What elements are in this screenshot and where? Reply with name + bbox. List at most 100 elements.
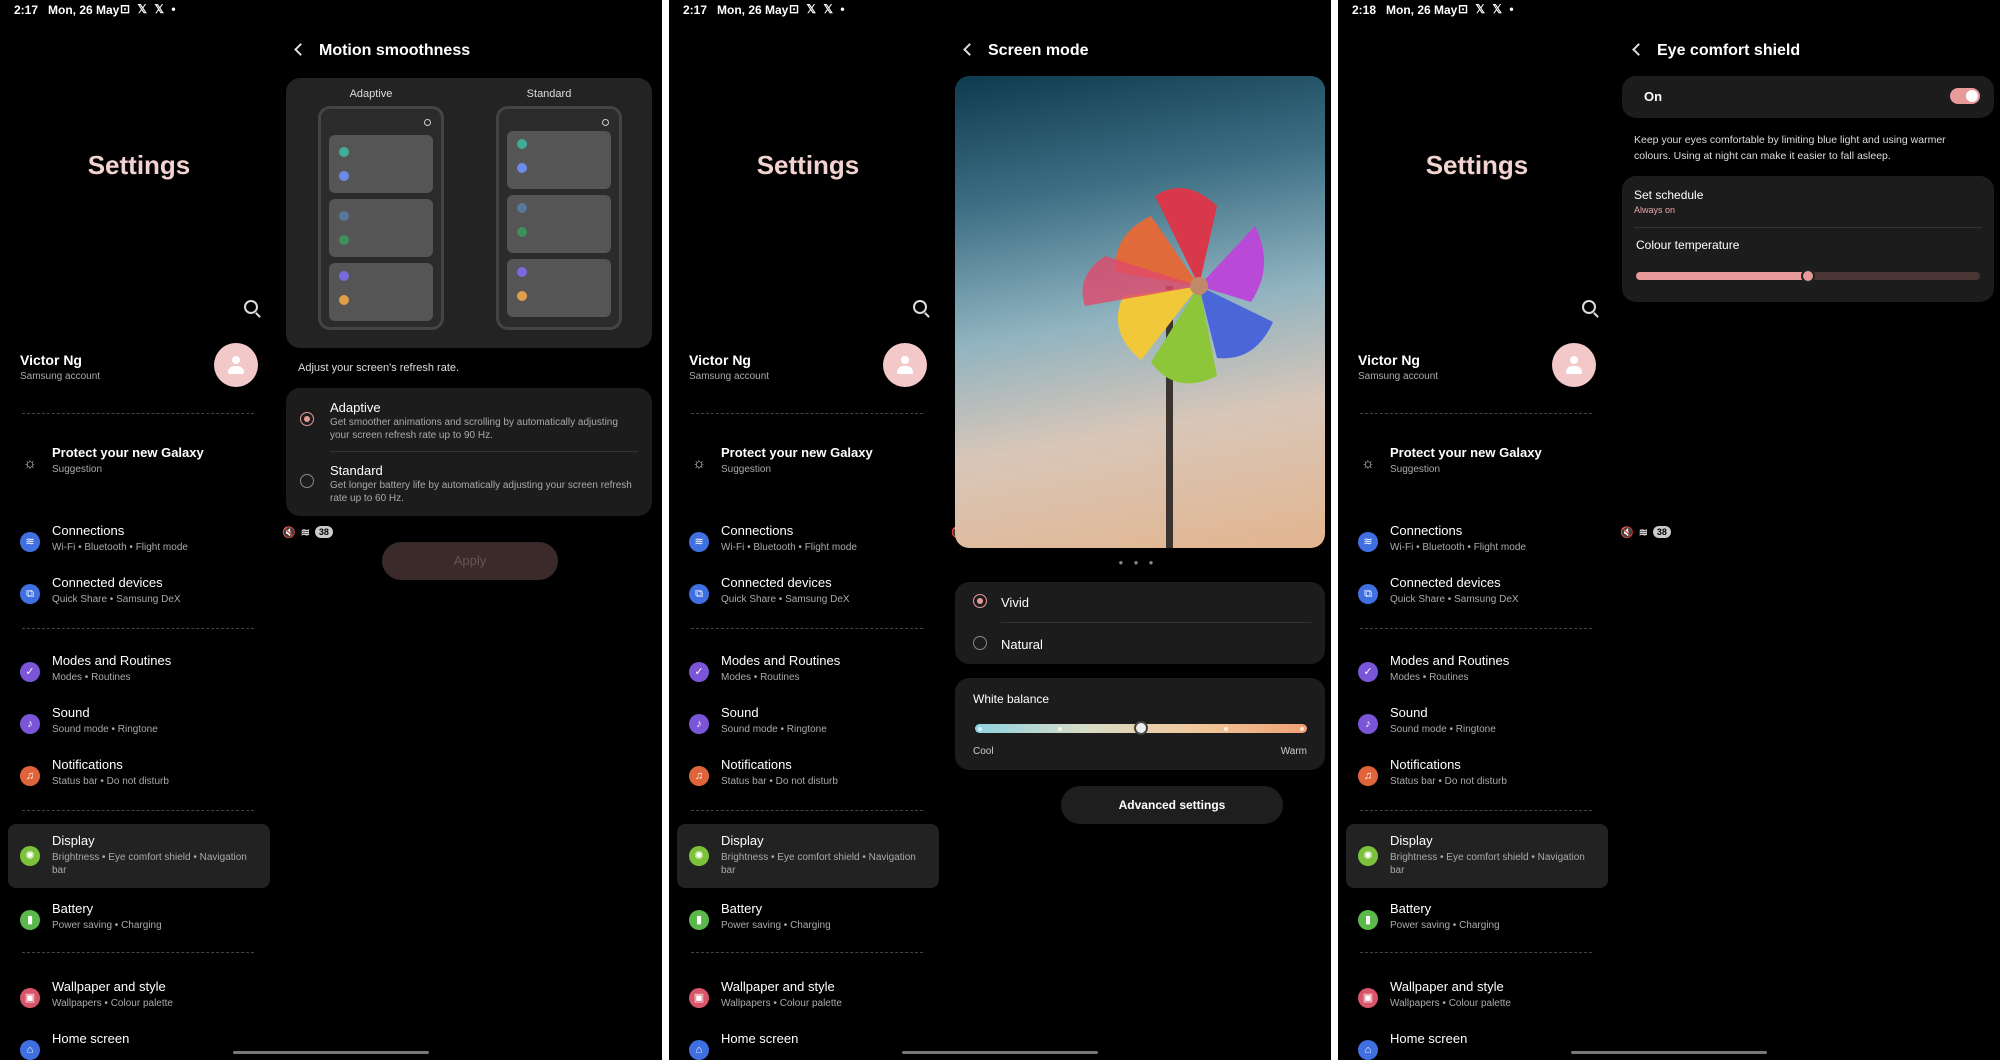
settings-item-connections[interactable]: ≋ Connections Wi-Fi • Bluetooth • Flight… <box>8 514 270 570</box>
divider <box>1360 810 1592 811</box>
search-icon[interactable] <box>913 300 927 314</box>
back-icon[interactable] <box>1632 43 1645 56</box>
search-icon[interactable] <box>1582 300 1596 314</box>
set-schedule-title[interactable]: Set schedule <box>1634 188 1703 202</box>
battery-icon: ▮ <box>1358 910 1378 930</box>
settings-item-title: Battery <box>52 901 94 916</box>
settings-item-sound[interactable]: ♪ Sound Sound mode • Ringtone <box>8 696 270 752</box>
settings-item-sub: Status bar • Do not disturb <box>52 776 169 787</box>
home-icon: ⌂ <box>20 1040 40 1060</box>
settings-item-connected-devices[interactable]: ⧉ Connected devices Quick Share • Samsun… <box>677 566 939 622</box>
home-indicator[interactable] <box>233 1051 429 1054</box>
settings-item-display[interactable]: ✺ Display Brightness • Eye comfort shiel… <box>1346 824 1608 888</box>
colour-temperature-slider[interactable] <box>1636 269 1980 283</box>
divider <box>22 952 254 953</box>
settings-item-title: Connections <box>1390 523 1463 538</box>
settings-item-title: Home screen <box>721 1031 799 1046</box>
settings-list: Settings Victor Ng Samsung account ☼ Pro… <box>669 0 939 1060</box>
avatar[interactable] <box>1552 343 1596 387</box>
settings-item-sub: Power saving • Charging <box>721 920 831 931</box>
settings-item-connections[interactable]: ≋ Connections Wi-Fi • Bluetooth • Flight… <box>677 514 939 570</box>
profile-name[interactable]: Victor Ng <box>689 352 751 368</box>
home-indicator[interactable] <box>1571 1051 1767 1054</box>
settings-item-connections[interactable]: ≋ Connections Wi-Fi • Bluetooth • Flight… <box>1346 514 1608 570</box>
settings-item-sub: Sound mode • Ringtone <box>1390 724 1496 735</box>
white-balance-cool-label: Cool <box>973 746 994 757</box>
mode-vivid-label[interactable]: Vivid <box>1001 595 1029 610</box>
settings-item-display[interactable]: ✺ Display Brightness • Eye comfort shiel… <box>677 824 939 888</box>
mode-natural-label[interactable]: Natural <box>1001 637 1043 652</box>
settings-item-title: Display <box>1390 833 1433 848</box>
radio-standard[interactable] <box>300 474 314 488</box>
colour-temperature-fill <box>1636 272 1808 280</box>
settings-item-title: Display <box>52 833 95 848</box>
eye-comfort-toggle-row[interactable]: On <box>1622 76 1994 118</box>
sound-icon: ♪ <box>20 714 40 734</box>
white-balance-card: White balance Cool Warm <box>955 678 1325 770</box>
settings-item-sub: Quick Share • Samsung DeX <box>52 594 181 605</box>
settings-item-protect[interactable]: ☼ Protect your new Galaxy Suggestion <box>1346 436 1608 492</box>
settings-item-sound[interactable]: ♪ Sound Sound mode • Ringtone <box>677 696 939 752</box>
settings-item-title: Connections <box>52 523 125 538</box>
white-balance-thumb[interactable] <box>1134 721 1148 735</box>
profile-name[interactable]: Victor Ng <box>20 352 82 368</box>
settings-item-home-screen[interactable]: ⌂ Home screen <box>677 1022 939 1060</box>
settings-item-modes[interactable]: ✓ Modes and Routines Modes • Routines <box>1346 644 1608 700</box>
radio-natural[interactable] <box>973 636 987 650</box>
routines-icon: ✓ <box>1358 662 1378 682</box>
settings-item-title: Protect your new Galaxy <box>721 445 873 460</box>
radio-adaptive[interactable] <box>300 412 314 426</box>
avatar[interactable] <box>883 343 927 387</box>
profile-name[interactable]: Victor Ng <box>1358 352 1420 368</box>
wifi-icon: ≋ <box>1358 532 1378 552</box>
advanced-settings-button[interactable]: Advanced settings <box>1061 786 1283 824</box>
white-balance-slider[interactable] <box>975 721 1307 735</box>
settings-item-protect[interactable]: ☼ Protect your new Galaxy Suggestion <box>677 436 939 492</box>
toggle-label: On <box>1644 89 1663 104</box>
settings-item-modes[interactable]: ✓ Modes and Routines Modes • Routines <box>677 644 939 700</box>
settings-item-sub: Brightness • Eye comfort shield • Naviga… <box>1390 852 1585 876</box>
settings-item-battery[interactable]: ▮ Battery Power saving • Charging <box>8 892 270 948</box>
apply-button[interactable]: Apply <box>382 542 558 580</box>
back-icon[interactable] <box>294 43 307 56</box>
settings-item-home-screen[interactable]: ⌂ Home screen <box>8 1022 270 1060</box>
settings-item-battery[interactable]: ▮ Battery Power saving • Charging <box>677 892 939 948</box>
battery-icon: ▮ <box>689 910 709 930</box>
settings-item-protect[interactable]: ☼ Protect your new Galaxy Suggestion <box>8 436 270 492</box>
search-icon[interactable] <box>244 300 258 314</box>
avatar[interactable] <box>214 343 258 387</box>
set-schedule-value: Always on <box>1634 205 1676 215</box>
option-title-adaptive[interactable]: Adaptive <box>330 400 381 415</box>
option-title-standard[interactable]: Standard <box>330 463 383 478</box>
settings-item-wallpaper[interactable]: ▣ Wallpaper and style Wallpapers • Colou… <box>1346 970 1608 1026</box>
settings-item-battery[interactable]: ▮ Battery Power saving • Charging <box>1346 892 1608 948</box>
wifi-icon: ≋ <box>689 532 709 552</box>
settings-item-notifications[interactable]: ♫ Notifications Status bar • Do not dist… <box>1346 748 1608 804</box>
settings-item-title: Home screen <box>52 1031 130 1046</box>
settings-item-title: Home screen <box>1390 1031 1468 1046</box>
eye-comfort-toggle[interactable] <box>1950 88 1980 104</box>
settings-item-sound[interactable]: ♪ Sound Sound mode • Ringtone <box>1346 696 1608 752</box>
home-indicator[interactable] <box>902 1051 1098 1054</box>
settings-item-home-screen[interactable]: ⌂ Home screen <box>1346 1022 1608 1060</box>
settings-item-wallpaper[interactable]: ▣ Wallpaper and style Wallpapers • Colou… <box>677 970 939 1026</box>
eye-comfort-settings-card: Set schedule Always on Colour temperatur… <box>1622 176 1994 302</box>
settings-item-title: Wallpaper and style <box>1390 979 1504 994</box>
settings-item-wallpaper[interactable]: ▣ Wallpaper and style Wallpapers • Colou… <box>8 970 270 1026</box>
colour-temperature-thumb[interactable] <box>1801 269 1815 283</box>
settings-item-notifications[interactable]: ♫ Notifications Status bar • Do not dist… <box>677 748 939 804</box>
divider <box>1360 952 1592 953</box>
page-title: Eye comfort shield <box>1657 42 1801 59</box>
wallpaper-icon: ▣ <box>20 988 40 1008</box>
settings-item-notifications[interactable]: ♫ Notifications Status bar • Do not dist… <box>8 748 270 804</box>
settings-item-connected-devices[interactable]: ⧉ Connected devices Quick Share • Samsun… <box>1346 566 1608 622</box>
radio-vivid[interactable] <box>973 594 987 608</box>
settings-item-display[interactable]: ✺ Display Brightness • Eye comfort shiel… <box>8 824 270 888</box>
settings-item-sub: Quick Share • Samsung DeX <box>1390 594 1519 605</box>
settings-title: Settings <box>1425 150 1529 180</box>
back-icon[interactable] <box>963 43 976 56</box>
settings-item-connected-devices[interactable]: ⧉ Connected devices Quick Share • Samsun… <box>8 566 270 622</box>
settings-item-sub: Wallpapers • Colour palette <box>52 998 173 1009</box>
settings-title: Settings <box>87 150 191 180</box>
settings-item-modes[interactable]: ✓ Modes and Routines Modes • Routines <box>8 644 270 700</box>
